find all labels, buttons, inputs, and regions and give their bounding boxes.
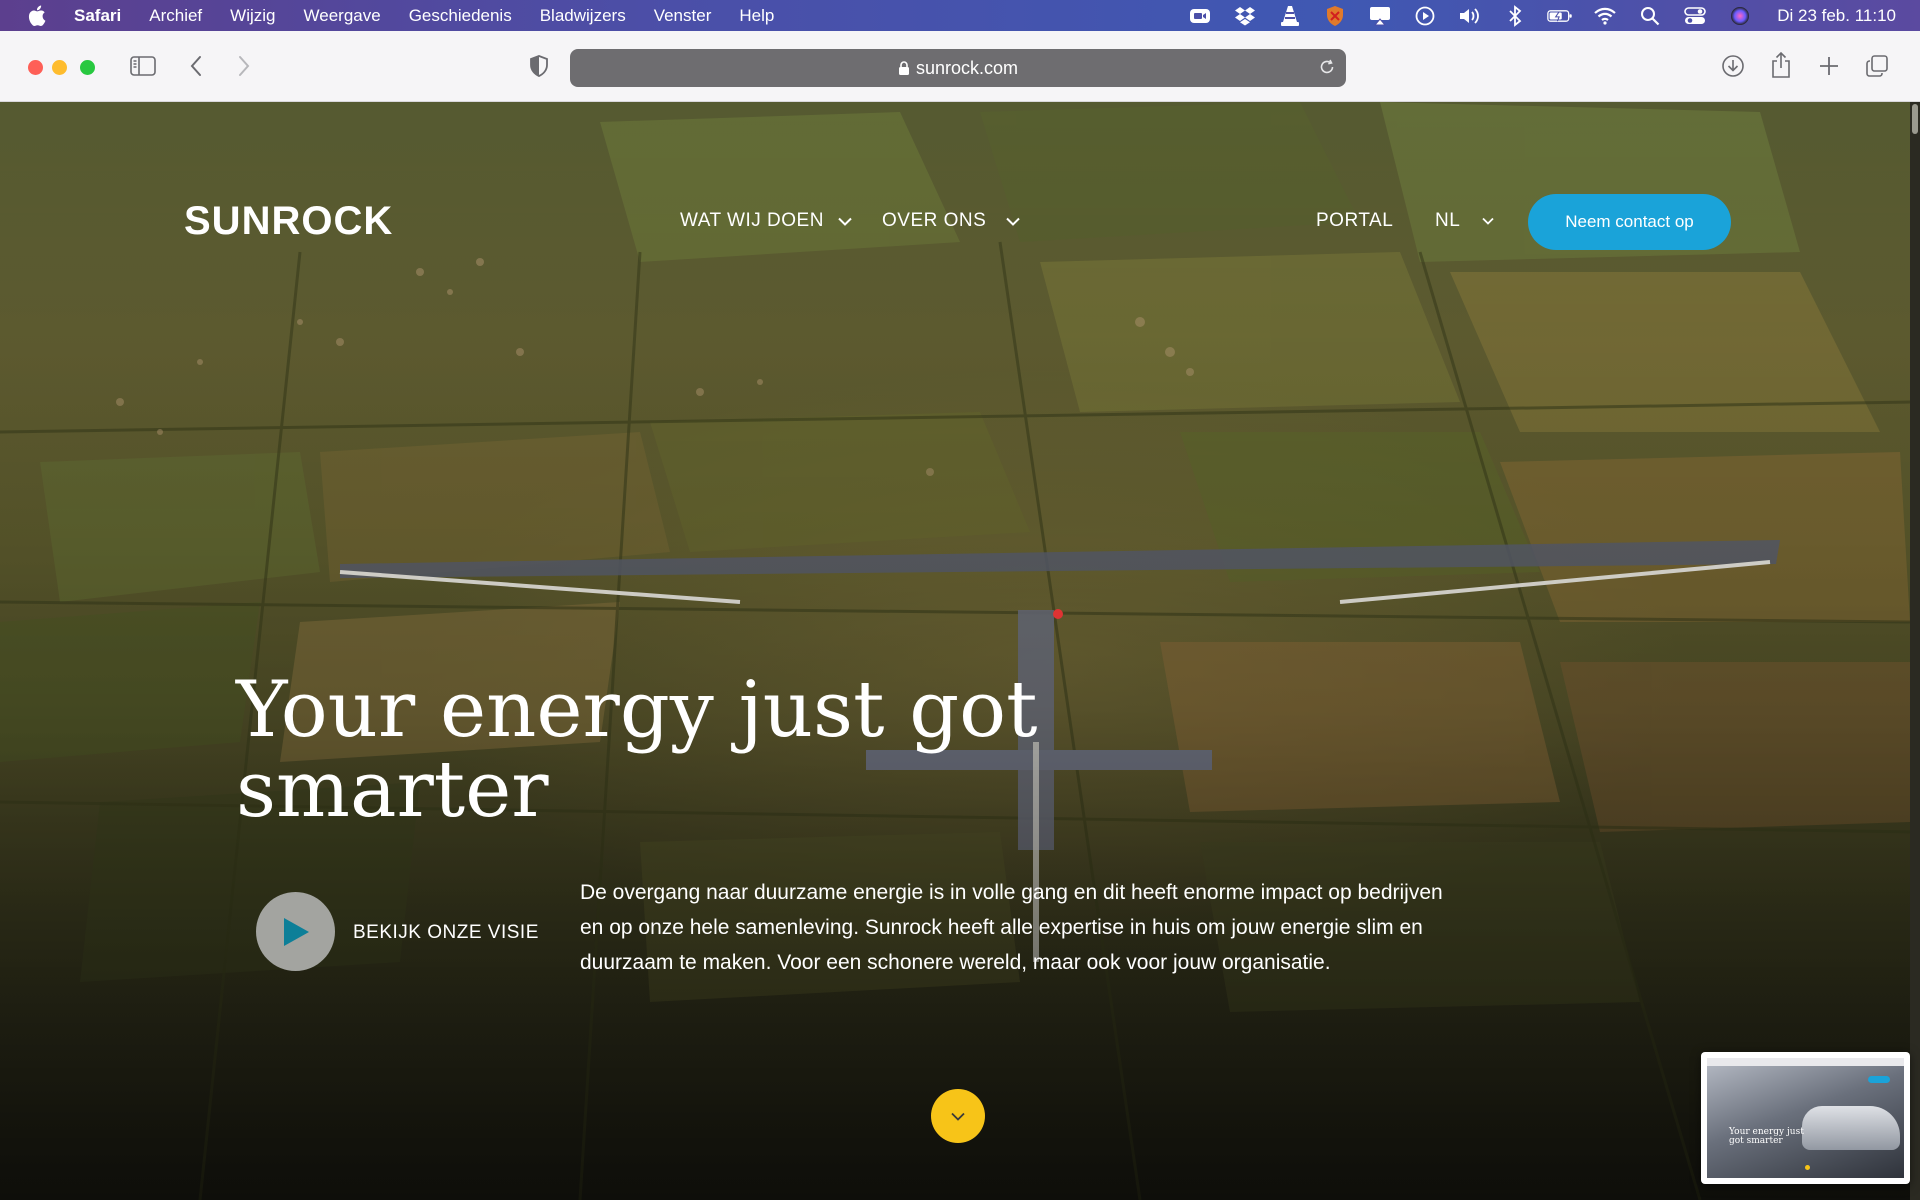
apple-menu-icon[interactable] xyxy=(28,5,48,26)
menu-bladwijzers[interactable]: Bladwijzers xyxy=(540,6,626,26)
address-bar-url: sunrock.com xyxy=(915,57,1019,78)
battery-icon[interactable] xyxy=(1547,5,1573,27)
bluetooth-icon[interactable] xyxy=(1502,4,1528,27)
thumbnail-headline: Your energy just got smarter xyxy=(1729,1127,1804,1146)
siri-icon[interactable] xyxy=(1727,5,1753,27)
zoom-icon[interactable] xyxy=(1187,5,1213,27)
chevron-down-icon xyxy=(951,1112,965,1121)
menu-venster[interactable]: Venster xyxy=(654,6,712,26)
aerial-fields-background xyxy=(0,102,1910,1200)
page-scrollbar-thumb[interactable] xyxy=(1912,104,1918,134)
wifi-icon[interactable] xyxy=(1592,5,1618,27)
menu-geschiedenis[interactable]: Geschiedenis xyxy=(409,6,512,26)
menu-wijzig[interactable]: Wijzig xyxy=(230,6,275,26)
thumbnail-contact-button xyxy=(1868,1076,1890,1083)
address-bar[interactable]: sunrock.com xyxy=(570,49,1346,87)
thumbnail-browser-bar xyxy=(1707,1058,1904,1066)
nav-wat-wij-doen-label: WAT WIJ DOEN xyxy=(680,210,824,231)
downloads-icon[interactable] xyxy=(1718,51,1748,81)
share-icon[interactable] xyxy=(1766,49,1796,81)
menu-bar-status-area: Di 23 feb. 11:10 xyxy=(1168,0,1920,31)
browser-toolbar: sunrock.com xyxy=(0,31,1920,102)
chevron-down-icon xyxy=(1006,217,1021,226)
forward-icon[interactable] xyxy=(232,53,256,79)
dropbox-icon[interactable] xyxy=(1232,5,1258,27)
window-minimize-button[interactable] xyxy=(52,60,67,75)
play-icon xyxy=(283,917,309,946)
screenshot-thumbnail[interactable]: Your energy just got smarter xyxy=(1701,1052,1910,1184)
vlc-icon[interactable] xyxy=(1277,5,1303,27)
back-icon[interactable] xyxy=(184,53,208,79)
control-center-icon[interactable] xyxy=(1682,5,1708,27)
language-current: NL xyxy=(1435,210,1461,231)
hero-headline: Your energy just got smarter xyxy=(236,665,1038,835)
shield-icon[interactable] xyxy=(1322,5,1348,27)
menu-archief[interactable]: Archief xyxy=(149,6,202,26)
screenshot-thumbnail-preview: Your energy just got smarter xyxy=(1707,1058,1904,1178)
chevron-down-icon xyxy=(1482,217,1494,225)
airplay-icon[interactable] xyxy=(1367,5,1393,27)
search-icon[interactable] xyxy=(1637,5,1663,27)
hero-section: SUNROCK WAT WIJ DOEN OVER ONS PORTAL NL … xyxy=(0,102,1910,1200)
privacy-shield-icon[interactable] xyxy=(526,53,552,79)
thumbnail-scroll-dot xyxy=(1805,1165,1810,1170)
new-tab-icon[interactable] xyxy=(1814,51,1844,81)
window-close-button[interactable] xyxy=(28,60,43,75)
hero-intro-text: De overgang naar duurzame energie is in … xyxy=(580,881,1443,974)
nav-over-ons-label: OVER ONS xyxy=(882,210,987,231)
play-video-button[interactable] xyxy=(256,892,335,971)
sunrock-logo[interactable]: SUNROCK xyxy=(184,199,393,244)
chevron-down-icon xyxy=(838,217,852,226)
sidebar-toggle-icon[interactable] xyxy=(128,53,158,79)
volume-icon[interactable] xyxy=(1457,5,1483,27)
contact-button[interactable]: Neem contact op xyxy=(1528,194,1731,250)
scroll-down-button[interactable] xyxy=(931,1089,985,1143)
nav-portal[interactable]: PORTAL xyxy=(1316,210,1393,232)
page-scrollbar[interactable] xyxy=(1910,102,1920,1200)
window-zoom-button[interactable] xyxy=(80,60,95,75)
menu-help[interactable]: Help xyxy=(739,6,774,26)
macos-menu-bar: Safari Archief Wijzig Weergave Geschiede… xyxy=(0,0,1920,31)
nav-wat-wij-doen[interactable]: WAT WIJ DOEN xyxy=(680,210,852,232)
tab-overview-icon[interactable] xyxy=(1862,51,1892,81)
play-video-label[interactable]: BEKIJK ONZE VISIE xyxy=(353,922,539,944)
menu-bar-clock[interactable]: Di 23 feb. 11:10 xyxy=(1777,6,1896,26)
menu-weergave[interactable]: Weergave xyxy=(304,6,381,26)
menu-app-safari[interactable]: Safari xyxy=(74,6,121,26)
reload-icon[interactable] xyxy=(1318,58,1336,81)
language-selector[interactable]: NL xyxy=(1435,210,1494,232)
play-icon[interactable] xyxy=(1412,5,1438,27)
lock-icon xyxy=(898,60,910,76)
nav-over-ons[interactable]: OVER ONS xyxy=(882,210,1021,232)
